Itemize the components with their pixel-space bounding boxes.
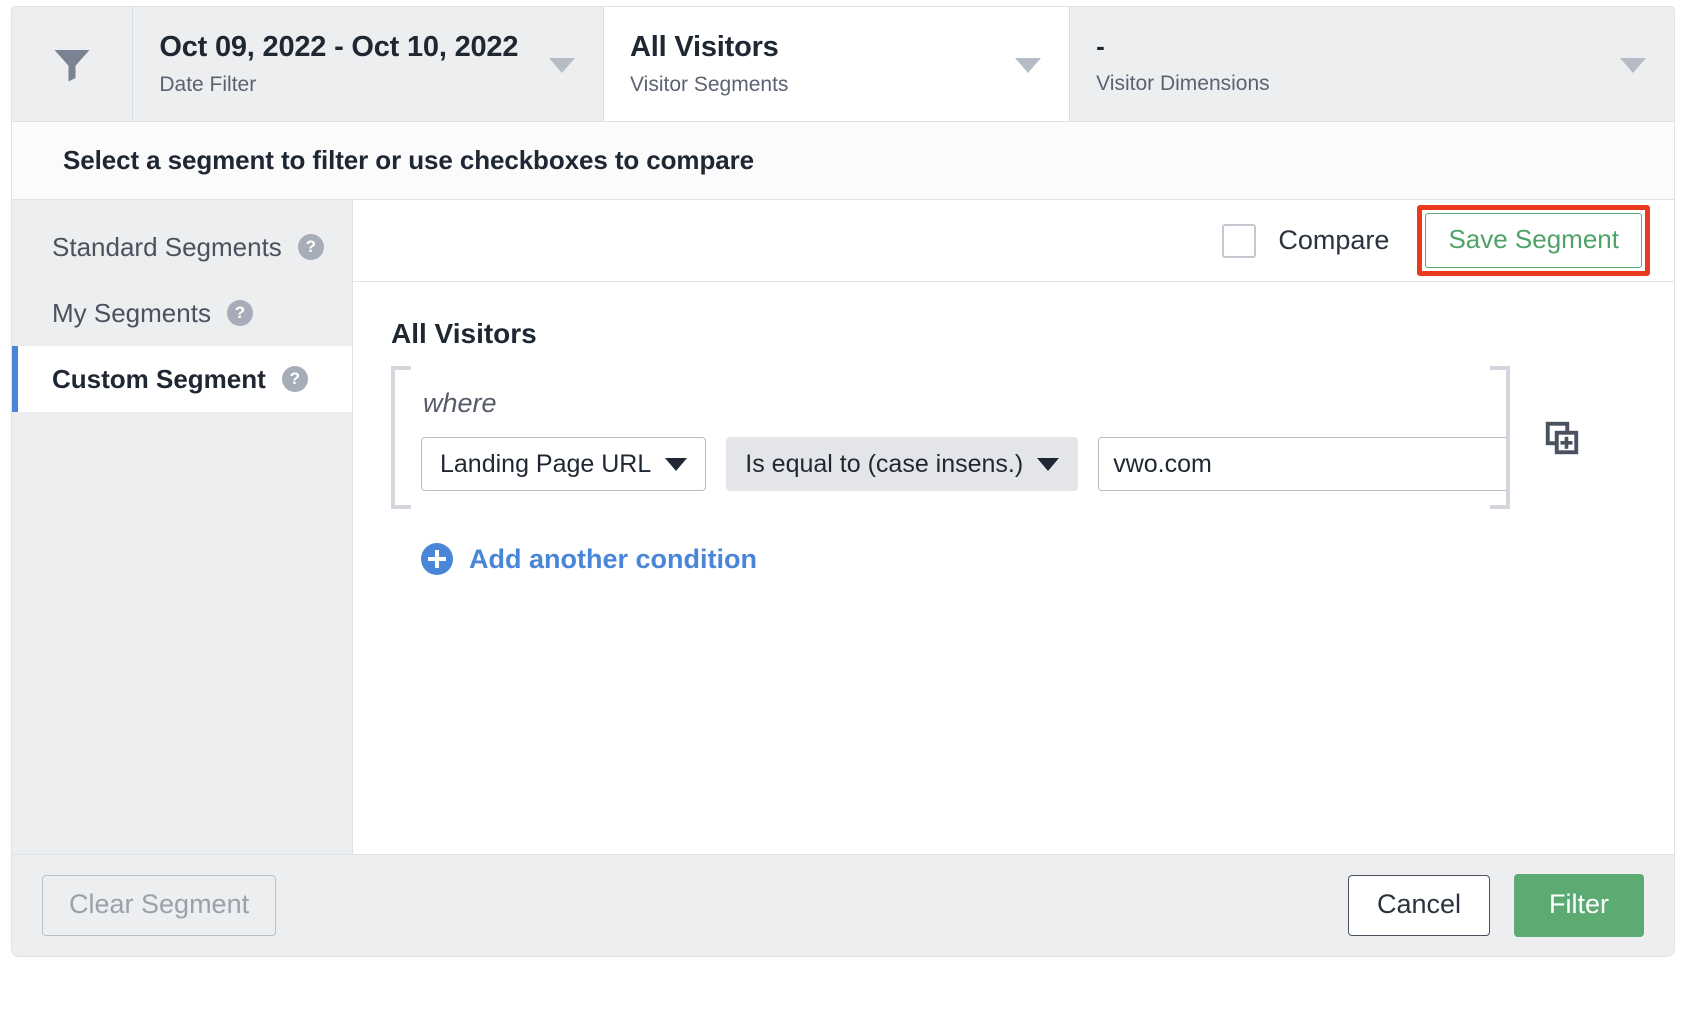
sidebar-item-label: Standard Segments — [52, 231, 282, 262]
segment-filter-dialog: Oct 09, 2022 - Oct 10, 2022 Date Filter … — [0, 0, 1686, 1020]
compare-label: Compare — [1278, 225, 1390, 255]
sidebar-item-my-segments[interactable]: My Segments ? — [12, 280, 352, 346]
chevron-down-icon — [665, 457, 688, 471]
sidebar-item-label: Custom Segment — [52, 363, 266, 394]
operator-dropdown[interactable]: Is equal to (case insens.) — [726, 437, 1079, 491]
save-segment-button[interactable]: Save Segment — [1425, 213, 1642, 268]
filter-toolbar: Oct 09, 2022 - Oct 10, 2022 Date Filter … — [11, 6, 1675, 122]
cancel-button[interactable]: Cancel — [1347, 875, 1490, 936]
dialog-footer: Clear Segment Cancel Filter — [11, 854, 1675, 957]
clear-segment-button[interactable]: Clear Segment — [42, 875, 277, 936]
filter-icon-cell[interactable] — [12, 7, 134, 121]
chevron-down-icon — [549, 58, 576, 73]
add-another-condition-button[interactable]: Add another condition — [421, 543, 757, 575]
visitor-dimensions-label: Visitor Dimensions — [1096, 71, 1270, 95]
funnel-icon — [54, 50, 90, 82]
dialog-body: Standard Segments ? My Segments ? Custom… — [11, 200, 1675, 854]
dimension-dropdown-label: Landing Page URL — [440, 449, 652, 478]
visitor-segments-label: Visitor Segments — [630, 73, 789, 97]
save-segment-highlight: Save Segment — [1417, 205, 1650, 276]
segment-category-sidebar: Standard Segments ? My Segments ? Custom… — [12, 200, 353, 854]
compare-control[interactable]: Compare — [1222, 223, 1390, 258]
bracket-left-icon — [391, 366, 411, 509]
condition-group-row: where Landing Page URL Is equal to (case… — [391, 366, 1674, 509]
visitor-dimensions-dropdown[interactable]: - Visitor Dimensions — [1070, 7, 1674, 121]
date-filter-label: Date Filter — [159, 73, 257, 97]
where-label: where — [423, 388, 497, 418]
instruction-text: Select a segment to filter or use checkb… — [63, 145, 754, 175]
visitor-segments-dropdown[interactable]: All Visitors Visitor Segments — [604, 7, 1071, 121]
segment-editor-panel: Compare Save Segment All Visitors where — [353, 200, 1674, 854]
segment-editor-toolbar: Compare Save Segment — [353, 200, 1674, 282]
segment-definition-area: All Visitors where Landing Page URL Is e… — [353, 282, 1674, 854]
filter-button[interactable]: Filter — [1514, 874, 1644, 937]
condition-group: where Landing Page URL Is equal to (case… — [391, 366, 1511, 509]
segment-name-heading: All Visitors — [391, 318, 537, 349]
add-another-condition-label: Add another condition — [469, 543, 757, 574]
sidebar-item-standard-segments[interactable]: Standard Segments ? — [12, 214, 352, 280]
date-filter-dropdown[interactable]: Oct 09, 2022 - Oct 10, 2022 Date Filter — [133, 7, 605, 121]
plus-icon — [421, 543, 453, 575]
dimension-dropdown[interactable]: Landing Page URL — [421, 437, 707, 491]
operator-dropdown-label: Is equal to (case insens.) — [745, 449, 1024, 478]
condition-row: Landing Page URL Is equal to (case insen… — [421, 437, 1511, 491]
bracket-right-icon — [1490, 366, 1511, 509]
date-filter-value: Oct 09, 2022 - Oct 10, 2022 — [159, 30, 519, 63]
help-icon[interactable]: ? — [281, 366, 308, 392]
sidebar-item-custom-segment[interactable]: Custom Segment ? — [12, 346, 352, 412]
compare-checkbox[interactable] — [1222, 223, 1257, 258]
visitor-segments-value: All Visitors — [630, 30, 779, 63]
duplicate-icon[interactable] — [1544, 420, 1580, 456]
visitor-dimensions-value: - — [1096, 30, 1105, 61]
help-icon[interactable]: ? — [226, 300, 253, 326]
instruction-banner: Select a segment to filter or use checkb… — [11, 122, 1675, 200]
help-icon[interactable]: ? — [297, 234, 324, 260]
chevron-down-icon — [1619, 58, 1646, 73]
chevron-down-icon — [1037, 457, 1060, 471]
condition-value-input[interactable] — [1098, 437, 1511, 491]
duplicate-group-cell — [1510, 366, 1580, 509]
sidebar-item-label: My Segments — [52, 297, 211, 328]
chevron-down-icon — [1015, 58, 1042, 73]
